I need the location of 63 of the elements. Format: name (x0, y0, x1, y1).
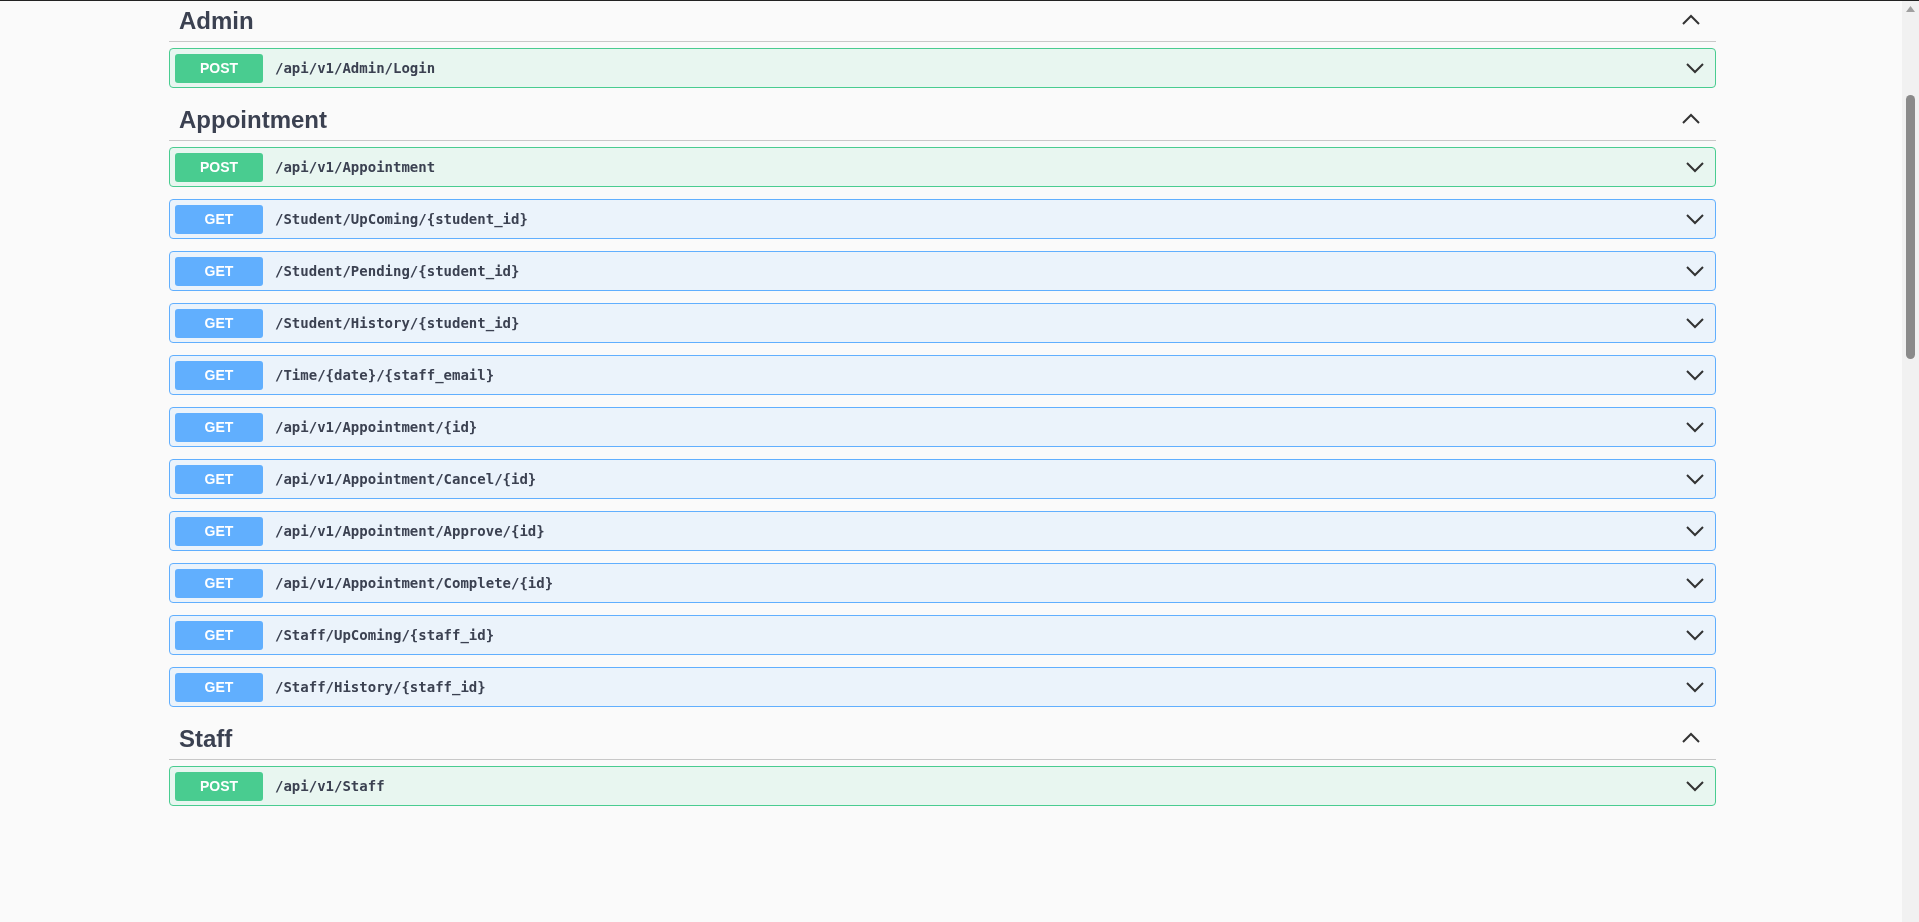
endpoint-row[interactable]: GET /api/v1/Appointment/Approve/{id} (169, 511, 1716, 551)
method-label: GET (175, 516, 263, 546)
section-header[interactable]: Appointment (169, 100, 1716, 141)
endpoint-path: /api/v1/Appointment/Complete/{id} (275, 575, 555, 591)
endpoint-path: /Student/UpComing/{student_id} (275, 211, 529, 227)
endpoint-path: /api/v1/Appointment (275, 159, 437, 175)
endpoint-path: /api/v1/Staff (275, 778, 386, 794)
chevron-down-icon[interactable] (1685, 577, 1705, 589)
method-label: GET (175, 204, 263, 234)
chevron-down-icon[interactable] (1685, 525, 1705, 537)
chevron-down-icon[interactable] (1685, 629, 1705, 641)
section-header[interactable]: Staff (169, 719, 1716, 760)
scrollbar[interactable] (1902, 1, 1919, 922)
method-label: GET (175, 620, 263, 650)
chevron-up-icon[interactable] (1681, 14, 1701, 26)
chevron-down-icon[interactable] (1685, 369, 1705, 381)
chevron-up-icon[interactable] (1681, 732, 1701, 744)
method-label: GET (175, 672, 263, 702)
method-label: POST (175, 152, 263, 182)
chevron-down-icon[interactable] (1685, 213, 1705, 225)
endpoint-path: /Time/{date}/{staff_email} (275, 367, 496, 383)
endpoint-path: /Student/History/{student_id} (275, 315, 521, 331)
chevron-down-icon[interactable] (1685, 780, 1705, 792)
endpoint-path: /api/v1/Admin/Login (275, 60, 437, 76)
endpoint-row[interactable]: GET /api/v1/Appointment/{id} (169, 407, 1716, 447)
section-header[interactable]: Admin (169, 1, 1716, 42)
method-label: GET (175, 256, 263, 286)
endpoint-path: /api/v1/Appointment/{id} (275, 419, 479, 435)
chevron-down-icon[interactable] (1685, 161, 1705, 173)
method-label: POST (175, 53, 263, 83)
endpoint-row[interactable]: GET /Student/History/{student_id} (169, 303, 1716, 343)
endpoint-row[interactable]: GET /api/v1/Appointment/Cancel/{id} (169, 459, 1716, 499)
endpoint-row[interactable]: GET /Staff/History/{staff_id} (169, 667, 1716, 707)
method-label: GET (175, 412, 263, 442)
method-label: GET (175, 568, 263, 598)
method-label: GET (175, 464, 263, 494)
endpoint-path: /Staff/UpComing/{staff_id} (275, 627, 496, 643)
chevron-down-icon[interactable] (1685, 62, 1705, 74)
scrollbar-thumb[interactable] (1906, 95, 1915, 359)
method-label: POST (175, 771, 263, 801)
chevron-down-icon[interactable] (1685, 421, 1705, 433)
section-title: Staff (179, 725, 233, 753)
endpoint-row[interactable]: GET /api/v1/Appointment/Complete/{id} (169, 563, 1716, 603)
method-label: GET (175, 308, 263, 338)
endpoint-row[interactable]: GET /Time/{date}/{staff_email} (169, 355, 1716, 395)
endpoint-row[interactable]: GET /Student/Pending/{student_id} (169, 251, 1716, 291)
chevron-down-icon[interactable] (1685, 265, 1705, 277)
chevron-down-icon[interactable] (1685, 473, 1705, 485)
section-title: Admin (179, 7, 254, 35)
endpoint-row[interactable]: POST /api/v1/Admin/Login (169, 48, 1716, 88)
endpoint-path: /api/v1/Appointment/Cancel/{id} (275, 471, 538, 487)
endpoint-path: /api/v1/Appointment/Approve/{id} (275, 523, 546, 539)
method-label: GET (175, 360, 263, 390)
endpoint-row[interactable]: POST /api/v1/Appointment (169, 147, 1716, 187)
chevron-up-icon[interactable] (1681, 113, 1701, 125)
endpoint-path: /Staff/History/{staff_id} (275, 679, 487, 695)
endpoint-row[interactable]: GET /Student/UpComing/{student_id} (169, 199, 1716, 239)
endpoint-path: /Student/Pending/{student_id} (275, 263, 521, 279)
endpoint-row[interactable]: GET /Staff/UpComing/{staff_id} (169, 615, 1716, 655)
endpoint-row[interactable]: POST /api/v1/Staff (169, 766, 1716, 806)
chevron-down-icon[interactable] (1685, 317, 1705, 329)
section-title: Appointment (179, 106, 327, 134)
chevron-down-icon[interactable] (1685, 681, 1705, 693)
